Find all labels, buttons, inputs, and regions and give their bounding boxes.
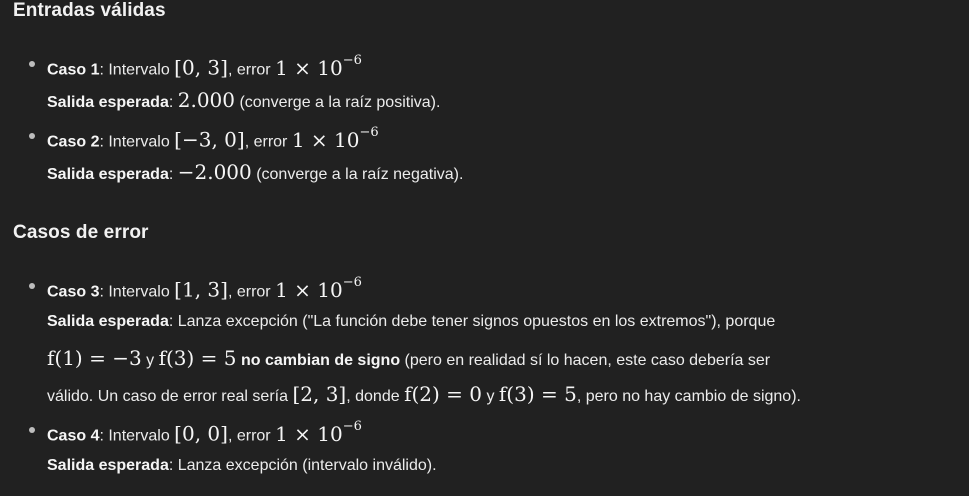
interval-text: : Intervalo xyxy=(99,427,175,445)
bold-phrase: no cambian de signo xyxy=(236,352,401,369)
output-label: Salida esperada xyxy=(47,457,169,474)
output-sep: : xyxy=(168,313,178,330)
list-item-case-3: Caso 3: Intervalo [1, 3], error 1 × 10−6… xyxy=(0,268,969,412)
error-mantissa: 1 × 10 xyxy=(291,127,360,152)
output-label: Salida esperada xyxy=(47,166,169,183)
valid-inputs-list: Caso 1: Intervalo [0, 3], error 1 × 10−6… xyxy=(0,46,969,190)
output-sep: : xyxy=(168,457,178,474)
interval-text: : Intervalo xyxy=(99,133,175,151)
case-line: Caso 2: Intervalo [−3, 0], error 1 × 10−… xyxy=(47,118,969,154)
case-label: Caso 2 xyxy=(47,133,100,151)
output-line: Salida esperada: Lanza excepción ("La fu… xyxy=(47,304,969,340)
case-line: Caso 3: Intervalo [1, 3], error 1 × 10−6 xyxy=(47,268,969,304)
interval-math: [−3, 0] xyxy=(174,127,245,152)
error-mantissa: 1 × 10 xyxy=(275,277,343,302)
case-line: Caso 1: Intervalo [0, 3], error 1 × 10−6 xyxy=(47,46,969,82)
bullet-icon xyxy=(29,61,35,67)
output-label: Salida esperada xyxy=(47,94,169,111)
error-math: 1 × 10−6 xyxy=(291,125,379,152)
output-note: (converge a la raíz negativa). xyxy=(251,166,464,183)
output-value: 2.000 xyxy=(177,88,235,112)
list-item-case-4: Caso 4: Intervalo [0, 0], error 1 × 10−6… xyxy=(0,412,969,484)
output-line: Salida esperada: 2.000 (converge a la ra… xyxy=(47,82,969,118)
output-sep: : xyxy=(168,94,178,111)
list-item-case-2: Caso 2: Intervalo [−3, 0], error 1 × 10−… xyxy=(0,118,969,190)
output-line: Salida esperada: −2.000 (converge a la r… xyxy=(47,154,969,190)
list-item-case-1: Caso 1: Intervalo [0, 3], error 1 × 10−6… xyxy=(0,46,969,118)
output-line: Salida esperada: Lanza excepción (interv… xyxy=(47,448,969,484)
error-text: , error xyxy=(227,427,276,445)
error-text: , error xyxy=(227,61,276,79)
output-text: Lanza excepción (intervalo inválido). xyxy=(177,457,437,474)
error-math: 1 × 10−6 xyxy=(275,53,362,80)
case-label: Caso 3 xyxy=(47,283,100,301)
interval-math: [0, 0] xyxy=(174,421,228,446)
section-heading-valid-inputs: Entradas válidas xyxy=(13,0,166,21)
f2-math: f(2) = 0 xyxy=(404,382,482,406)
output-sep: : xyxy=(168,166,178,183)
error-mantissa: 1 × 10 xyxy=(275,55,343,80)
explanation-line-2: válido. Un caso de error real sería [2, … xyxy=(47,376,969,412)
explanation-text: , pero no hay cambio de signo). xyxy=(576,388,801,405)
explanation-text: válido. Un caso de error real sería xyxy=(47,388,293,405)
f1-math: f(1) = −3 xyxy=(47,346,142,370)
interval-math: [0, 3] xyxy=(174,55,228,80)
error-math: 1 × 10−6 xyxy=(275,419,362,446)
error-mantissa: 1 × 10 xyxy=(275,421,343,446)
error-exponent: −6 xyxy=(342,419,362,434)
interval-text: : Intervalo xyxy=(99,283,175,301)
interval-text: : Intervalo xyxy=(99,61,175,79)
interval-math: [1, 3] xyxy=(174,277,228,302)
f3-math: f(3) = 5 xyxy=(158,346,237,370)
output-note: (converge a la raíz positiva). xyxy=(235,94,441,111)
error-exponent: −6 xyxy=(342,53,362,68)
f3-math: f(3) = 5 xyxy=(498,382,577,406)
bullet-icon xyxy=(29,283,35,289)
output-label: Salida esperada xyxy=(47,313,169,330)
bullet-icon xyxy=(29,133,35,139)
explanation-text: , donde xyxy=(346,388,405,405)
explanation-line-1: f(1) = −3 y f(3) = 5 no cambian de signo… xyxy=(47,340,969,376)
error-math: 1 × 10−6 xyxy=(275,275,362,302)
section-heading-error-cases: Casos de error xyxy=(13,222,149,243)
conjunction: y xyxy=(141,352,159,369)
error-cases-list: Caso 3: Intervalo [1, 3], error 1 × 10−6… xyxy=(0,268,969,484)
output-value: −2.000 xyxy=(177,160,252,184)
case-label: Caso 4 xyxy=(47,427,100,445)
bullet-icon xyxy=(29,427,35,433)
explanation-text: (pero en realidad sí lo hacen, este caso… xyxy=(400,352,771,369)
error-exponent: −6 xyxy=(359,125,379,140)
error-exponent: −6 xyxy=(342,275,362,290)
error-text: , error xyxy=(227,283,276,301)
document-content: Entradas válidas Caso 1: Intervalo [0, 3… xyxy=(0,0,969,496)
output-text: Lanza excepción ("La función debe tener … xyxy=(177,313,776,330)
interval-math: [2, 3] xyxy=(292,382,347,406)
case-label: Caso 1 xyxy=(47,61,100,79)
case-line: Caso 4: Intervalo [0, 0], error 1 × 10−6 xyxy=(47,412,969,448)
conjunction: y xyxy=(482,388,499,405)
error-text: , error xyxy=(244,133,292,151)
